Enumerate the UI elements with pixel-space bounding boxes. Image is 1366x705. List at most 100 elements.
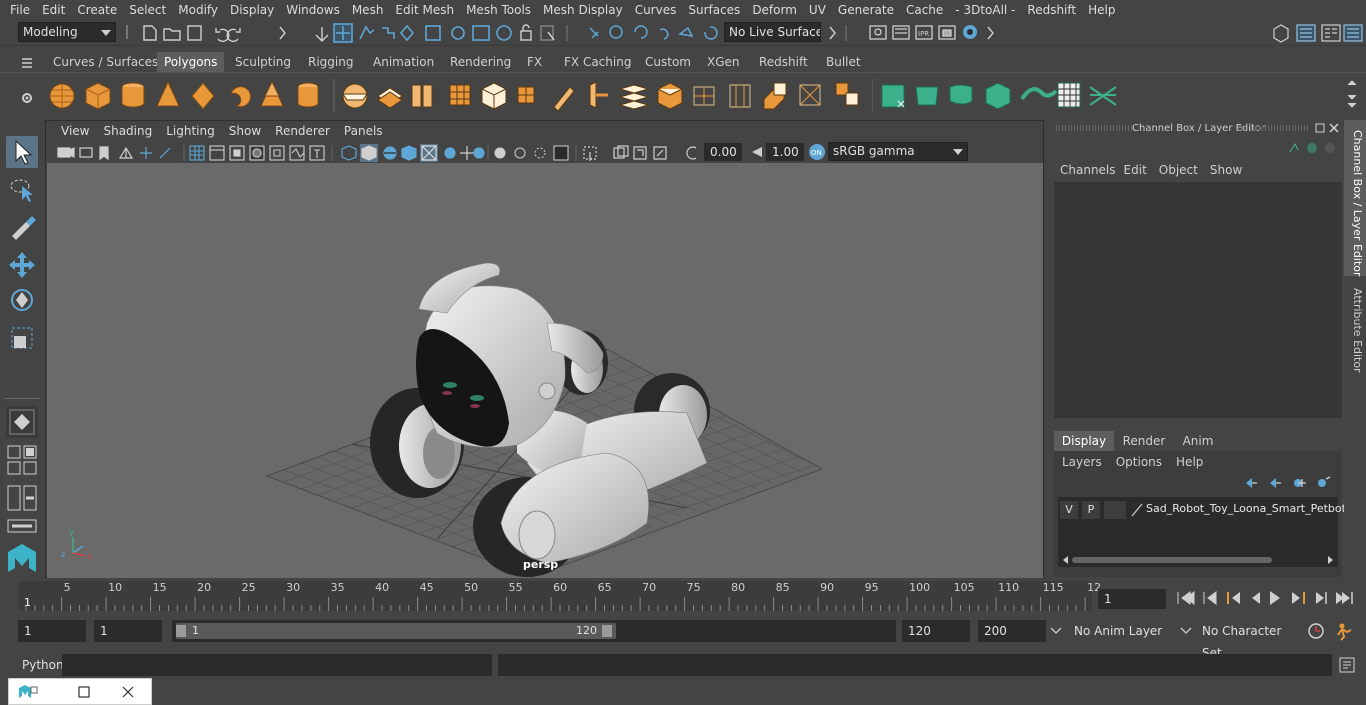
layer-help-menu[interactable]: Help (1176, 455, 1203, 469)
color-management-icon[interactable]: ON (808, 143, 826, 161)
lasso-tool[interactable] (6, 174, 38, 206)
anim-layer-field[interactable]: No Anim Layer (1068, 620, 1172, 642)
chevron-down-icon[interactable] (1180, 627, 1192, 635)
perspective-viewport[interactable]: y z x persp (47, 163, 1043, 578)
show-manipulator-tool[interactable] (6, 406, 38, 438)
tab-display[interactable]: Display (1054, 431, 1114, 451)
tab-animation[interactable]: Animation (366, 52, 441, 72)
select-tool[interactable] (6, 136, 38, 168)
shelf-primitive-icons[interactable] (46, 77, 876, 117)
start-time-field[interactable]: 1 (18, 620, 86, 642)
tab-fx-caching[interactable]: FX Caching (557, 52, 638, 72)
gamma-field[interactable]: 1.00 (766, 143, 804, 161)
tab-sculpting[interactable]: Sculpting (228, 52, 298, 72)
channel-object-menu[interactable]: Object (1159, 163, 1198, 177)
menu-edit[interactable]: Edit (36, 3, 71, 17)
side-tab-attribute-editor[interactable]: Attribute Editor (1346, 288, 1364, 373)
menu-curves[interactable]: Curves (629, 3, 683, 17)
time-slider[interactable]: 1 5 10 15 20 25 30 35 40 45 50 55 60 65 70 75 80 85 90 95 1… (18, 581, 1101, 611)
exposure-field[interactable]: 0.00 (704, 143, 742, 161)
paint-select-tool[interactable] (6, 210, 38, 242)
layer-row[interactable]: V P Sad_Robot_Toy_Loona_Smart_Petbot (1060, 501, 1346, 519)
command-language-label[interactable]: Python (22, 658, 64, 672)
live-surface-field[interactable]: No Live Surface (724, 22, 821, 42)
tab-bullet[interactable]: Bullet (819, 52, 868, 72)
layout-two-view-icon[interactable] (6, 484, 38, 512)
layer-action-icons[interactable] (1242, 475, 1338, 491)
menu-mesh-display[interactable]: Mesh Display (537, 3, 629, 17)
panel-window-controls[interactable] (1314, 122, 1340, 134)
menu-deform[interactable]: Deform (746, 3, 803, 17)
menu-cache[interactable]: Cache (900, 3, 949, 17)
end-time-field[interactable]: 200 (978, 620, 1046, 642)
tab-fx[interactable]: FX (520, 52, 549, 72)
menu-surfaces[interactable]: Surfaces (682, 3, 746, 17)
layer-visibility-toggle[interactable]: V (1060, 501, 1078, 519)
menu-mesh[interactable]: Mesh (346, 3, 390, 17)
layout-outliner-icon[interactable] (6, 518, 38, 534)
viewport-menu-renderer[interactable]: Renderer (268, 124, 337, 138)
playback-end-field[interactable]: 120 (902, 620, 970, 642)
tab-redshift[interactable]: Redshift (752, 52, 815, 72)
layer-name[interactable]: Sad_Robot_Toy_Loona_Smart_Petbot (1146, 502, 1346, 515)
viewport-toolbar-icons[interactable] (56, 144, 696, 162)
menu-redshift[interactable]: Redshift (1021, 3, 1082, 17)
tab-curves-surfaces[interactable]: Curves / Surfaces (46, 52, 165, 72)
channel-box-area[interactable] (1054, 182, 1342, 418)
layer-horizontal-scrollbar[interactable] (1062, 555, 1334, 565)
current-frame-field[interactable]: 1 (1098, 589, 1166, 609)
menu-mesh-tools[interactable]: Mesh Tools (460, 3, 537, 17)
color-space-dropdown[interactable]: sRGB gamma (828, 142, 968, 161)
tab-anim[interactable]: Anim (1174, 431, 1222, 451)
menu-help[interactable]: Help (1082, 3, 1121, 17)
shelf-menu-icon[interactable] (20, 56, 34, 70)
menu-file[interactable]: File (4, 3, 36, 17)
tab-render[interactable]: Render (1118, 431, 1170, 451)
character-set-field[interactable]: No Character Set (1196, 620, 1300, 660)
mode-selector[interactable]: Modeling (18, 22, 116, 42)
shelf-uv-icons[interactable] (872, 77, 1122, 117)
viewport-menu-panels[interactable]: Panels (337, 124, 390, 138)
range-slider-handle[interactable]: 1 120 (176, 623, 616, 639)
viewport-menu-show[interactable]: Show (222, 124, 268, 138)
auto-key-icon[interactable] (1306, 621, 1326, 641)
viewport-menu-view[interactable]: View (54, 124, 96, 138)
channel-edit-menu[interactable]: Edit (1124, 163, 1147, 177)
tab-rendering[interactable]: Rendering (443, 52, 518, 72)
gear-icon[interactable] (20, 91, 34, 105)
options-menu[interactable]: Options (1116, 455, 1162, 469)
side-tab-channel-box[interactable]: Channel Box / Layer Editor (1346, 130, 1364, 277)
menu-edit-mesh[interactable]: Edit Mesh (389, 3, 460, 17)
channel-box-mode-icons[interactable] (1284, 140, 1340, 156)
command-input[interactable] (62, 654, 492, 676)
menu-windows[interactable]: Windows (280, 3, 346, 17)
maximize-icon[interactable] (77, 685, 91, 699)
tab-rigging[interactable]: Rigging (301, 52, 360, 72)
tab-polygons[interactable]: Polygons (157, 52, 225, 72)
tab-xgen[interactable]: XGen (700, 52, 747, 72)
playback-controls[interactable] (1172, 587, 1366, 609)
menu-generate[interactable]: Generate (832, 3, 900, 17)
layer-playback-toggle[interactable]: P (1082, 501, 1100, 519)
menu-3dtoall[interactable]: - 3DtoAll - (949, 3, 1021, 17)
layout-four-view-icon[interactable] (6, 444, 38, 476)
move-tool[interactable] (6, 248, 38, 280)
viewport-menu-lighting[interactable]: Lighting (159, 124, 222, 138)
chevron-down-icon[interactable] (1050, 627, 1062, 635)
menu-create[interactable]: Create (71, 3, 123, 17)
channels-menu[interactable]: Channels (1060, 163, 1116, 177)
playback-start-field[interactable]: 1 (94, 620, 162, 642)
layers-menu[interactable]: Layers (1062, 455, 1102, 469)
range-slider[interactable]: 1 120 (172, 620, 896, 642)
channel-show-menu[interactable]: Show (1210, 163, 1242, 177)
shelf-scroll-icon[interactable] (1346, 79, 1358, 113)
close-icon[interactable] (121, 685, 135, 699)
minimized-window-bar[interactable] (8, 678, 152, 705)
menu-uv[interactable]: UV (803, 3, 832, 17)
rotate-tool[interactable] (6, 284, 38, 316)
tab-custom[interactable]: Custom (638, 52, 698, 72)
script-editor-icon[interactable] (1338, 656, 1356, 674)
menu-modify[interactable]: Modify (172, 3, 224, 17)
menu-display[interactable]: Display (224, 3, 280, 17)
menu-select[interactable]: Select (123, 3, 172, 17)
